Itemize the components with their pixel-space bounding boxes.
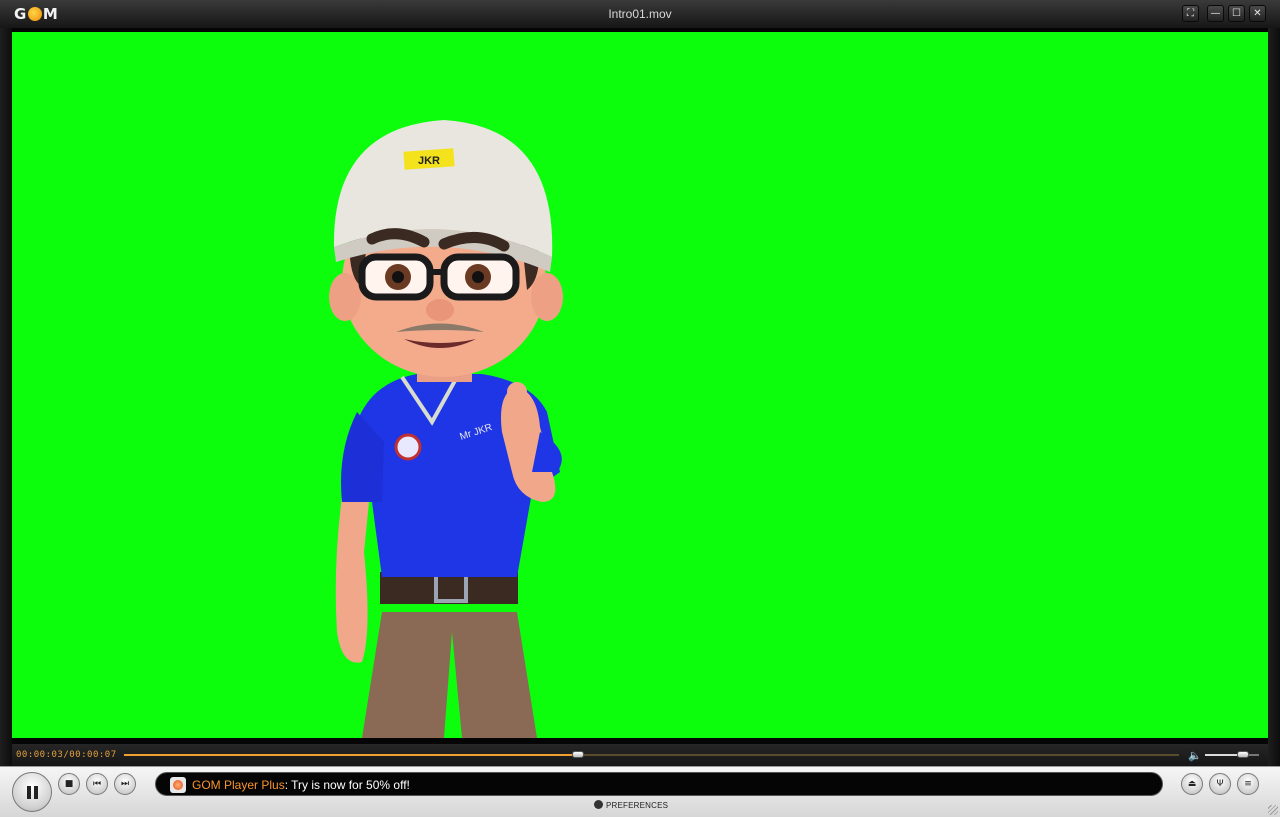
next-button[interactable]: ⏭ [114,773,136,795]
preferences-button[interactable]: PREFERENCES [594,800,668,810]
window-frame-left [0,28,12,774]
volume-thumb[interactable] [1236,751,1249,758]
promo-banner[interactable]: GOM Player Plus: Try is now for 50% off! [155,772,1163,796]
seek-bar-area: 00:00:03/00:00:07 🔈 [12,744,1268,766]
promo-text[interactable]: GOM Player Plus: Try is now for 50% off! [192,778,410,792]
control-bar: ■ ⏮ ⏭ GOM Player Plus: Try is now for 50… [0,766,1280,817]
close-button[interactable]: ✕ [1249,5,1266,22]
volume-icon[interactable]: 🔈 [1188,749,1202,762]
hat-badge: JKR [418,155,440,167]
resize-grip[interactable] [1268,805,1278,815]
promo-message[interactable]: : Try is now for 50% off! [285,778,410,792]
pause-icon [27,786,31,799]
title-bar[interactable]: GM Intro01.mov ⛶ — ☐ ✕ [0,0,1280,28]
menu-button[interactable]: ≡ [1237,773,1259,795]
eject-button[interactable]: ⏏ [1181,773,1203,795]
video-display[interactable]: Mr JKR JKR [12,32,1268,738]
maximize-button[interactable]: ☐ [1228,5,1245,22]
preferences-label[interactable]: PREFERENCES [606,801,668,810]
window-title: Intro01.mov [608,7,672,21]
seek-thumb[interactable] [571,751,584,758]
window-frame-right [1268,28,1280,774]
previous-button[interactable]: ⏮ [86,773,108,795]
video-frame-character: Mr JKR JKR [329,120,563,738]
fullscreen-icon[interactable]: ⛶ [1182,5,1199,22]
seek-track[interactable] [124,754,1179,756]
gom-plus-icon [170,777,186,793]
control-panel-button[interactable]: Ψ [1209,773,1231,795]
pause-button[interactable] [12,772,52,812]
preferences-icon [594,800,603,809]
time-display: 00:00:03/00:00:07 [16,750,117,760]
seek-progress [124,754,578,756]
promo-brand[interactable]: GOM Player Plus [192,778,285,792]
pause-icon-bar [34,786,38,799]
stop-button[interactable]: ■ [58,773,80,795]
minimize-button[interactable]: — [1207,5,1224,22]
volume-slider[interactable] [1205,754,1259,756]
